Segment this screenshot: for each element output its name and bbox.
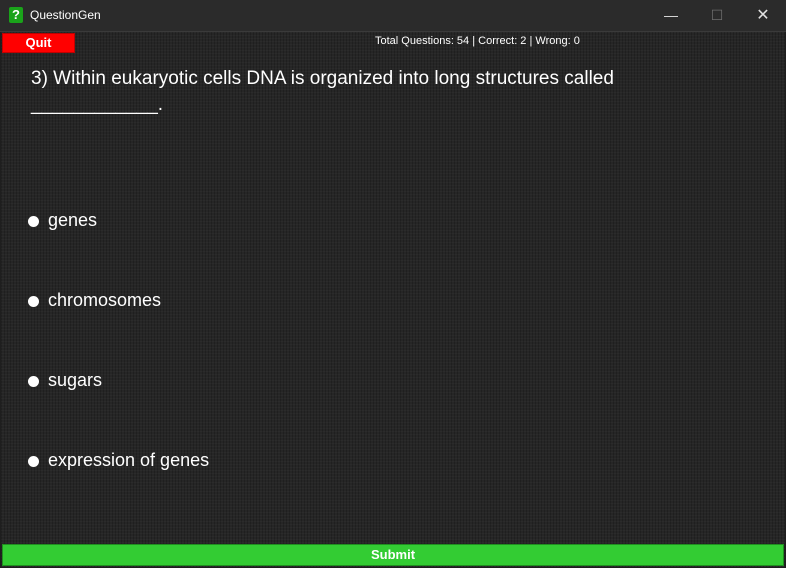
- window-title: QuestionGen: [30, 8, 101, 22]
- radio-button[interactable]: [28, 376, 39, 387]
- close-button[interactable]: ✕: [740, 0, 786, 31]
- radio-button[interactable]: [28, 296, 39, 307]
- quit-button[interactable]: Quit: [2, 33, 75, 53]
- answer-option-label: genes: [48, 210, 98, 230]
- submit-button[interactable]: Submit: [2, 544, 784, 566]
- radio-button[interactable]: [28, 216, 39, 227]
- title-bar: ? QuestionGen — ☐ ✕: [0, 0, 786, 32]
- minimize-button[interactable]: —: [648, 0, 694, 31]
- answer-option-label: chromosomes: [48, 290, 162, 310]
- radio-button[interactable]: [28, 456, 39, 467]
- maximize-button[interactable]: ☐: [694, 0, 740, 31]
- quiz-panel: Quit Total Questions: 54 | Correct: 2 | …: [1, 32, 785, 567]
- answer-option-label: expression of genes: [48, 450, 210, 470]
- answer-option-label: sugars: [48, 370, 103, 390]
- question-text: 3) Within eukaryotic cells DNA is organi…: [31, 68, 614, 115]
- question-mark-icon: ?: [9, 7, 23, 23]
- score-stats: Total Questions: 54 | Correct: 2 | Wrong…: [375, 35, 580, 47]
